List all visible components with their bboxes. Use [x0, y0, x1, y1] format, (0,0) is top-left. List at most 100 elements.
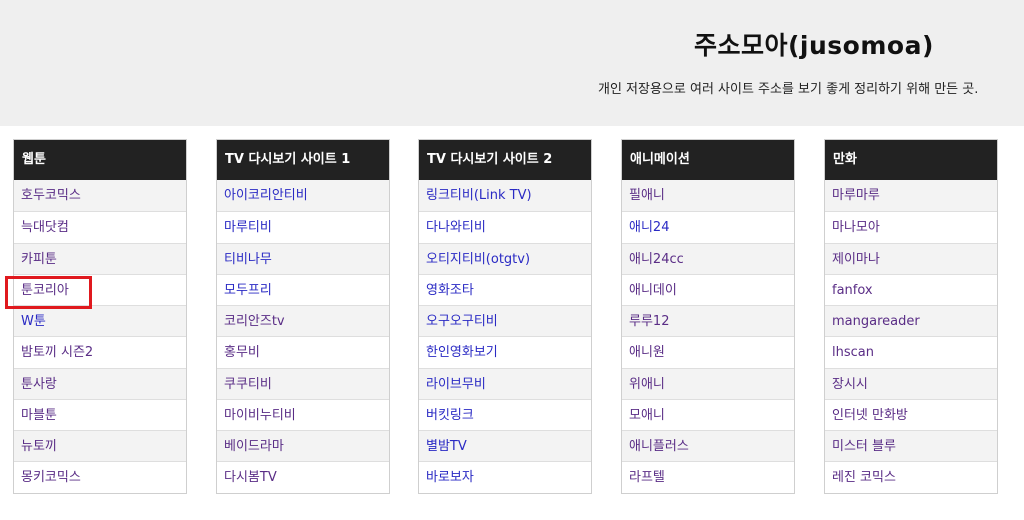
- site-link[interactable]: 링크티비(Link TV): [426, 188, 532, 203]
- category-column-webtoon: 웹툰 호두코믹스 늑대닷컴 카피툰 툰코리아 W툰 밤토끼 시즌2 툰사랑 마블…: [13, 139, 187, 494]
- site-link[interactable]: 바로보자: [426, 470, 474, 485]
- list-item: 라프텔: [622, 461, 794, 493]
- site-link[interactable]: lhscan: [832, 345, 874, 360]
- list-item: 별밤TV: [419, 430, 591, 462]
- site-link[interactable]: 애니24cc: [629, 252, 684, 267]
- site-link[interactable]: 다시봄TV: [224, 470, 277, 485]
- site-link[interactable]: 카피툰: [21, 252, 57, 267]
- list-item: 인터넷 만화방: [825, 398, 997, 430]
- category-header: 웹툰: [14, 140, 186, 180]
- list-item: 한인영화보기: [419, 336, 591, 368]
- list-item: 마루티비: [217, 211, 389, 243]
- site-link[interactable]: 마이비누티비: [224, 408, 296, 423]
- list-item: 툰코리아: [14, 273, 186, 305]
- site-link[interactable]: 라이브무비: [426, 377, 486, 392]
- site-link[interactable]: 몽키코믹스: [21, 470, 81, 485]
- site-link[interactable]: 늑대닷컴: [21, 220, 69, 235]
- category-header: 만화: [825, 140, 997, 180]
- site-link[interactable]: 뉴토끼: [21, 439, 57, 454]
- site-link[interactable]: 쿠쿠티비: [224, 377, 272, 392]
- site-link[interactable]: 한인영화보기: [426, 345, 498, 360]
- list-item: lhscan: [825, 336, 997, 368]
- category-column-manga: 만화 마루마루 마나모아 제이마나 fanfox mangareader lhs…: [824, 139, 998, 494]
- site-link[interactable]: 마나모아: [832, 220, 880, 235]
- site-link[interactable]: 제이마나: [832, 252, 880, 267]
- list-item: 라이브무비: [419, 367, 591, 399]
- site-link[interactable]: fanfox: [832, 283, 873, 298]
- list-item: 베이드라마: [217, 430, 389, 462]
- list-item: fanfox: [825, 273, 997, 305]
- list-item: 쿠쿠티비: [217, 367, 389, 399]
- site-link[interactable]: 위애니: [629, 377, 665, 392]
- list-item: 마나모아: [825, 211, 997, 243]
- site-link[interactable]: 미스터 블루: [832, 439, 896, 454]
- list-item: 오티지티비(otgtv): [419, 242, 591, 274]
- site-link[interactable]: 호두코믹스: [21, 188, 81, 203]
- site-link[interactable]: 베이드라마: [224, 439, 284, 454]
- site-link[interactable]: 오구오구티비: [426, 314, 498, 329]
- list-item: 링크티비(Link TV): [419, 180, 591, 212]
- site-link[interactable]: 영화조타: [426, 283, 474, 298]
- site-link[interactable]: 루루12: [629, 314, 669, 329]
- list-item: 마루마루: [825, 180, 997, 212]
- site-link[interactable]: 툰코리아: [21, 283, 69, 298]
- list-item: 애니24cc: [622, 242, 794, 274]
- site-link[interactable]: 필애니: [629, 188, 665, 203]
- site-link[interactable]: 마루마루: [832, 188, 880, 203]
- list-item: 애니24: [622, 211, 794, 243]
- site-link[interactable]: 홍무비: [224, 345, 260, 360]
- category-header: 애니메이션: [622, 140, 794, 180]
- site-link[interactable]: 툰사랑: [21, 377, 57, 392]
- site-link[interactable]: mangareader: [832, 314, 920, 329]
- list-item: 애니원: [622, 336, 794, 368]
- site-link[interactable]: 애니플러스: [629, 439, 689, 454]
- site-link[interactable]: W툰: [21, 314, 46, 329]
- site-link[interactable]: 버킷링크: [426, 408, 474, 423]
- list-item: W툰: [14, 305, 186, 337]
- site-link[interactable]: 코리안즈tv: [224, 314, 285, 329]
- list-item: 애니데이: [622, 273, 794, 305]
- list-item: 장시시: [825, 367, 997, 399]
- list-item: 모두프리: [217, 273, 389, 305]
- site-link[interactable]: 아이코리안티비: [224, 188, 308, 203]
- link-list: 마루마루 마나모아 제이마나 fanfox mangareader lhscan…: [825, 180, 997, 493]
- list-item: 영화조타: [419, 273, 591, 305]
- site-link[interactable]: 모두프리: [224, 283, 272, 298]
- list-item: 제이마나: [825, 242, 997, 274]
- site-header: 주소모아(jusomoa) 개인 저장용으로 여러 사이트 주소를 보기 좋게 …: [0, 0, 1024, 126]
- list-item: 필애니: [622, 180, 794, 212]
- site-link[interactable]: 오티지티비(otgtv): [426, 252, 530, 267]
- site-link[interactable]: 애니데이: [629, 283, 677, 298]
- site-link[interactable]: 다나와티비: [426, 220, 486, 235]
- site-link[interactable]: 인터넷 만화방: [832, 408, 908, 423]
- site-link[interactable]: 라프텔: [629, 470, 665, 485]
- link-list: 아이코리안티비 마루티비 티비나무 모두프리 코리안즈tv 홍무비 쿠쿠티비 마…: [217, 180, 389, 493]
- site-link[interactable]: 티비나무: [224, 252, 272, 267]
- list-item: 호두코믹스: [14, 180, 186, 212]
- list-item: 오구오구티비: [419, 305, 591, 337]
- site-link[interactable]: 애니원: [629, 345, 665, 360]
- site-description: 개인 저장용으로 여러 사이트 주소를 보기 좋게 정리하기 위해 만든 곳.: [598, 82, 979, 97]
- site-link[interactable]: 레진 코믹스: [832, 470, 896, 485]
- site-link[interactable]: 마블툰: [21, 408, 57, 423]
- category-column-tv-1: TV 다시보기 사이트 1 아이코리안티비 마루티비 티비나무 모두프리 코리안…: [216, 139, 390, 494]
- link-list: 호두코믹스 늑대닷컴 카피툰 툰코리아 W툰 밤토끼 시즌2 툰사랑 마블툰 뉴…: [14, 180, 186, 493]
- list-item: mangareader: [825, 305, 997, 337]
- list-item: 티비나무: [217, 242, 389, 274]
- list-item: 애니플러스: [622, 430, 794, 462]
- list-item: 레진 코믹스: [825, 461, 997, 493]
- site-link[interactable]: 밤토끼 시즌2: [21, 345, 93, 360]
- site-link[interactable]: 모애니: [629, 408, 665, 423]
- list-item: 뉴토끼: [14, 430, 186, 462]
- link-list: 필애니 애니24 애니24cc 애니데이 루루12 애니원 위애니 모애니 애니…: [622, 180, 794, 493]
- site-link[interactable]: 장시시: [832, 377, 868, 392]
- list-item: 버킷링크: [419, 398, 591, 430]
- category-header: TV 다시보기 사이트 2: [419, 140, 591, 180]
- site-link[interactable]: 마루티비: [224, 220, 272, 235]
- site-link[interactable]: 애니24: [629, 220, 669, 235]
- list-item: 모애니: [622, 398, 794, 430]
- category-column-tv-2: TV 다시보기 사이트 2 링크티비(Link TV) 다나와티비 오티지티비(…: [418, 139, 592, 494]
- site-link[interactable]: 별밤TV: [426, 439, 467, 454]
- list-item: 코리안즈tv: [217, 305, 389, 337]
- list-item: 바로보자: [419, 461, 591, 493]
